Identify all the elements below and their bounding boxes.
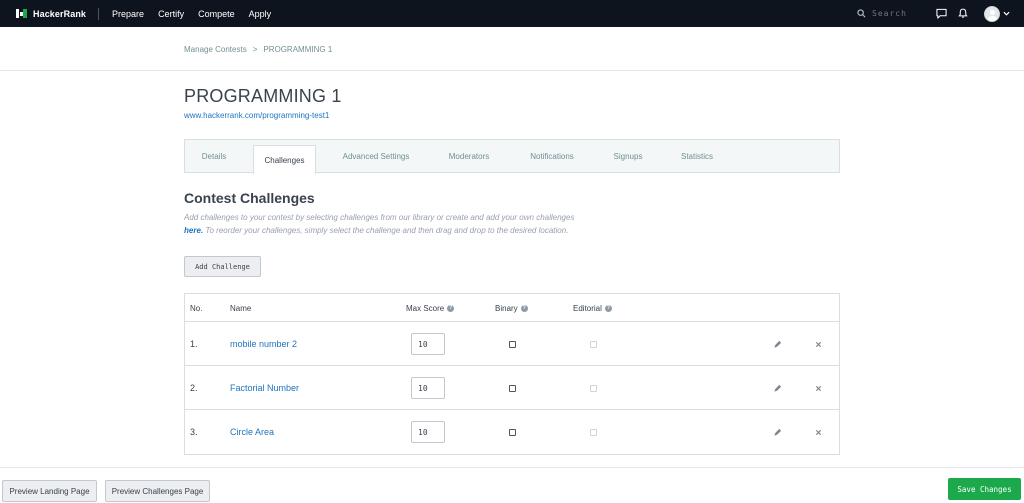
binary-checkbox[interactable] [509,428,516,436]
tab-notifications[interactable]: Notifications [519,140,585,173]
close-icon[interactable] [813,339,823,349]
chat-icon[interactable] [934,7,948,21]
create-challenge-link[interactable]: here. [184,226,203,235]
search-box[interactable] [857,5,912,23]
brand-logo[interactable]: HackerRank [16,9,86,19]
table-row[interactable]: 2. Factorial Number [185,366,839,410]
tab-signups[interactable]: Signups [603,140,653,173]
challenges-table: No. Name Max Score ? Binary ? Editorial … [184,293,840,455]
bell-icon[interactable] [956,7,970,21]
challenge-name-link[interactable]: mobile number 2 [230,322,297,366]
help-icon[interactable]: ? [520,304,528,312]
search-icon[interactable] [857,5,866,23]
table-header: No. Name Max Score ? Binary ? Editorial … [185,294,839,322]
preview-challenges-page-button[interactable]: Preview Challenges Page [105,480,210,502]
row-number: 3. [190,427,198,437]
editorial-checkbox [590,384,597,392]
max-score-input[interactable] [411,333,445,355]
close-icon[interactable] [813,427,823,437]
nav-link-apply[interactable]: Apply [249,9,272,19]
tab-details[interactable]: Details [185,140,243,173]
description-text-2: To reorder your challenges, simply selec… [203,226,569,235]
avatar[interactable] [984,5,1000,22]
nav-link-prepare[interactable]: Prepare [112,9,144,19]
save-changes-button[interactable]: Save Changes [948,478,1021,500]
pencil-icon[interactable] [772,339,782,349]
pencil-icon[interactable] [772,427,782,437]
help-icon[interactable]: ? [604,304,612,312]
breadcrumb-separator: > [252,45,258,54]
header-binary: Binary ? [495,294,528,322]
editorial-checkbox [590,428,597,436]
top-navbar: HackerRank Prepare Certify Compete Apply [0,0,1024,27]
description-text-1: Add challenges to your contest by select… [184,213,575,222]
section-description: Add challenges to your contest by select… [184,211,594,237]
nav-link-compete[interactable]: Compete [198,9,235,19]
breadcrumb: Manage Contests > PROGRAMMING 1 [184,45,332,54]
challenge-name-link[interactable]: Factorial Number [230,366,299,410]
contest-tabs: Details Challenges Advanced Settings Mod… [184,139,840,174]
row-number: 1. [190,339,198,349]
breadcrumb-current: PROGRAMMING 1 [263,45,333,54]
editorial-checkbox [590,340,597,348]
header-editorial: Editorial ? [573,294,612,322]
section-title: Contest Challenges [184,190,315,206]
tab-advanced-settings[interactable]: Advanced Settings [331,140,421,173]
brand-name: HackerRank [33,8,87,19]
contest-url-link[interactable]: www.hackerrank.com/programming-test1 [184,111,329,120]
max-score-input[interactable] [411,421,445,443]
tab-statistics[interactable]: Statistics [673,140,721,173]
nav-right-group [857,0,1024,27]
binary-checkbox[interactable] [509,340,516,348]
nav-link-certify[interactable]: Certify [158,9,184,19]
chevron-down-icon[interactable] [1003,11,1010,16]
header-max-score: Max Score ? [406,294,455,322]
table-row[interactable]: 3. Circle Area [185,410,839,454]
preview-landing-page-button[interactable]: Preview Landing Page [2,480,97,502]
hackerrank-logo-icon [16,9,27,18]
page-title: PROGRAMMING 1 [184,86,342,106]
help-icon[interactable]: ? [447,304,455,312]
table-row[interactable]: 1. mobile number 2 [185,322,839,366]
search-input[interactable] [872,9,912,18]
tab-moderators[interactable]: Moderators [437,140,501,173]
nav-divider [98,7,100,20]
header-editorial-label: Editorial [573,303,602,313]
challenge-name-link[interactable]: Circle Area [230,410,274,454]
footer-bar: Preview Landing Page Preview Challenges … [0,467,1024,503]
header-name: Name [230,303,252,313]
max-score-input[interactable] [411,377,445,399]
tab-challenges[interactable]: Challenges [253,145,316,174]
row-number: 2. [190,383,198,393]
binary-checkbox[interactable] [509,384,516,392]
close-icon[interactable] [813,383,823,393]
add-challenge-button[interactable]: Add Challenge [184,256,261,277]
breadcrumb-bar: Manage Contests > PROGRAMMING 1 [0,27,1024,71]
header-binary-label: Binary [495,303,518,313]
breadcrumb-manage-contests[interactable]: Manage Contests [184,45,247,54]
header-max-score-label: Max Score [406,303,445,313]
header-no: No. [190,303,203,313]
pencil-icon[interactable] [772,383,782,393]
